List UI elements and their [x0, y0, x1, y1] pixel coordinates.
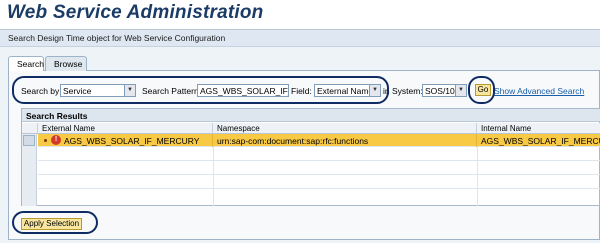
select-all-header[interactable] [22, 123, 38, 134]
column-header-internal-name[interactable]: Internal Name [477, 123, 600, 134]
field-value: External Name [317, 86, 374, 96]
chevron-down-icon[interactable]: ▼ [455, 85, 466, 96]
apply-selection-button[interactable]: Apply Selection [21, 218, 82, 230]
column-divider [213, 147, 214, 206]
table-row[interactable]: ! AGS_WBS_SOLAR_IF_MERCURY urn:sap-com:d… [38, 134, 600, 147]
table-row[interactable] [38, 162, 600, 175]
tab-search-label: Search [17, 59, 44, 69]
error-icon: ! [51, 135, 61, 145]
page-subtitle: Search Design Time object for Web Servic… [8, 33, 226, 43]
row-selector-column [22, 134, 37, 206]
subtitle-bar: Search Design Time object for Web Servic… [0, 30, 600, 47]
system-select[interactable]: SOS/100 ▼ [422, 84, 467, 97]
search-by-label: Search by: [21, 86, 62, 96]
internal-name-value: AGS_WBS_SOLAR_IF_MERCURY [481, 136, 600, 146]
tab-browse-label: Browse [54, 59, 83, 69]
search-by-select[interactable]: Service ▼ [60, 84, 136, 97]
search-by-value: Service [63, 86, 92, 96]
namespace-value: urn:sap-com:document:sap:rfc:functions [217, 136, 369, 146]
expander-dot-icon[interactable] [44, 139, 47, 142]
page-title: Web Service Administration [7, 2, 264, 23]
tab-browse[interactable]: Browse [45, 56, 87, 71]
cell-namespace: urn:sap-com:document:sap:rfc:functions [213, 134, 477, 147]
table-row[interactable] [38, 190, 600, 203]
search-pattern-value: AGS_WBS_SOLAR_IF_M [200, 86, 288, 96]
search-pattern-input[interactable]: AGS_WBS_SOLAR_IF_M [197, 84, 289, 97]
tab-search[interactable]: Search [8, 56, 44, 71]
title-bar: Web Service Administration [0, 0, 600, 30]
column-header-namespace[interactable]: Namespace [213, 123, 477, 134]
cell-internal-name: AGS_WBS_SOLAR_IF_MERCURY [477, 134, 600, 147]
cell-external-name: ! AGS_WBS_SOLAR_IF_MERCURY [38, 134, 213, 147]
chevron-down-icon[interactable]: ▼ [369, 85, 380, 96]
advanced-search-link[interactable]: Show Advanced Search [494, 86, 584, 96]
table-row[interactable] [38, 148, 600, 161]
go-button[interactable]: Go [475, 84, 491, 96]
system-label: in System: [383, 86, 423, 96]
results-title: Search Results [22, 109, 600, 122]
table-row[interactable] [38, 176, 600, 189]
results-table: Search Results External Name Namespace I… [21, 108, 600, 206]
column-header-external-name[interactable]: External Name [38, 123, 213, 134]
field-label: Field: [291, 86, 312, 96]
column-divider [477, 147, 478, 206]
chevron-down-icon[interactable]: ▼ [124, 85, 135, 96]
external-name-value: AGS_WBS_SOLAR_IF_MERCURY [64, 136, 200, 146]
row-selector[interactable] [23, 135, 35, 146]
search-pattern-label: Search Pattern: [142, 86, 202, 96]
field-select[interactable]: External Name ▼ [314, 84, 381, 97]
